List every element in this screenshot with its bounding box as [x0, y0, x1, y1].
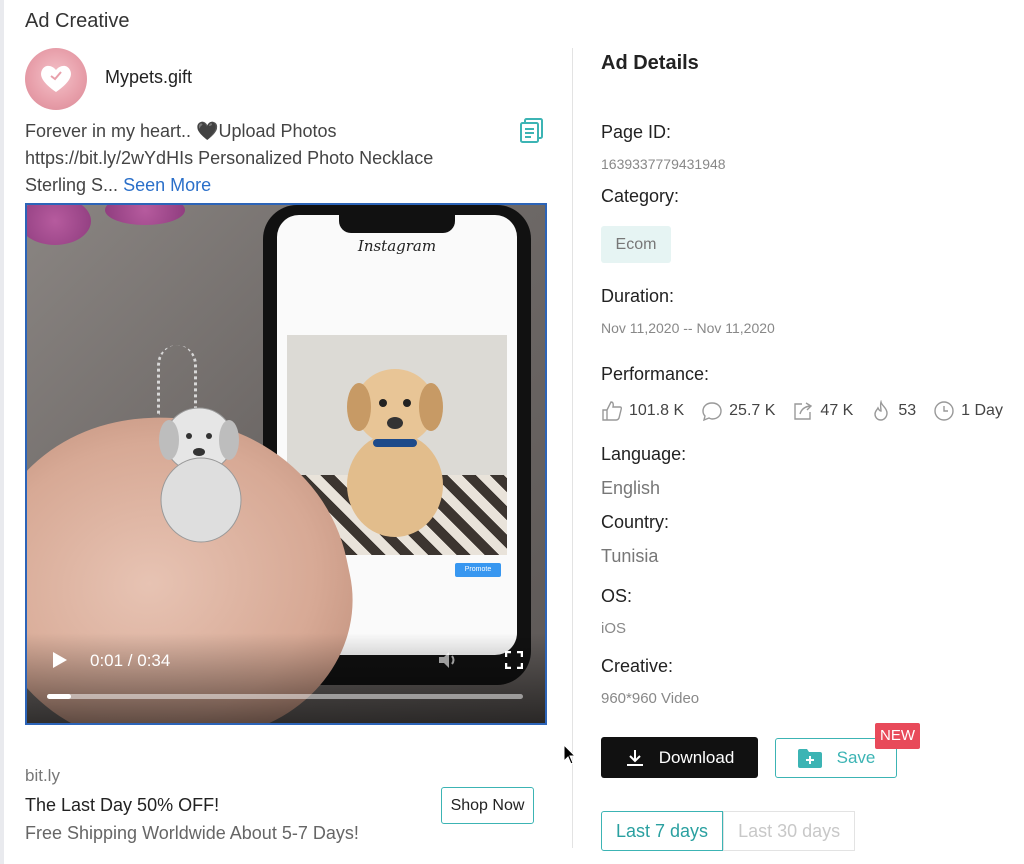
shop-now-button[interactable]: Shop Now	[441, 787, 534, 824]
comments-count: 25.7 K	[729, 402, 776, 419]
category-badge: Ecom	[601, 226, 671, 263]
download-button[interactable]: Download	[601, 737, 758, 778]
country-value: Tunisia	[601, 546, 659, 566]
fullscreen-icon[interactable]	[505, 651, 523, 669]
date-range-tabs: Last 7 days Last 30 days	[601, 811, 856, 851]
copy-icon[interactable]	[518, 116, 546, 144]
video-progress-bar[interactable]	[47, 694, 523, 699]
ad-text-line-3: Sterling S... Seen More	[25, 172, 505, 199]
performance-label: Performance:	[601, 364, 710, 384]
share-icon	[794, 402, 813, 420]
duration-label: Duration:	[601, 286, 675, 306]
ad-description: Free Shipping Worldwide About 5-7 Days!	[25, 823, 359, 843]
folder-add-icon	[797, 749, 822, 768]
new-badge: NEW	[875, 723, 920, 749]
download-icon	[626, 749, 643, 766]
play-icon[interactable]	[53, 652, 67, 668]
video-progress-fill	[47, 694, 71, 699]
tab-last-7-days[interactable]: Last 7 days	[601, 811, 724, 851]
video-controls-overlay	[27, 633, 545, 723]
volume-icon[interactable]	[437, 650, 459, 670]
ad-creative-title: Ad Creative	[25, 10, 130, 32]
ad-text-truncated: Sterling S...	[25, 175, 119, 195]
ad-details-title: Ad Details	[601, 52, 699, 74]
link-domain: bit.ly	[25, 766, 60, 785]
os-label: OS:	[601, 586, 633, 606]
promote-button: Promote	[455, 563, 501, 577]
video-time: 0:01 / 0:34	[90, 651, 171, 670]
clock-icon	[934, 401, 954, 421]
language-value: English	[601, 478, 661, 498]
pendant-icon	[159, 407, 242, 543]
ad-video-player[interactable]: Instagram Promote 0:01 / 0:34	[25, 203, 547, 725]
ad-text-line-2: https://bit.ly/2wYdHIs Personalized Phot…	[25, 148, 434, 168]
panel-divider	[572, 48, 573, 848]
heart-logo-icon	[41, 65, 71, 92]
comment-icon	[702, 402, 722, 422]
hot-stat: 53	[870, 400, 916, 422]
advertiser-name[interactable]: Mypets.gift	[105, 67, 192, 88]
os-value: iOS	[601, 620, 627, 637]
creative-value: 960*960 Video	[601, 690, 700, 707]
days-count: 1 Day	[961, 402, 1003, 419]
shares-stat: 47 K	[792, 400, 853, 422]
comments-stat: 25.7 K	[701, 400, 775, 422]
hot-count: 53	[898, 402, 917, 419]
likes-count: 101.8 K	[629, 402, 685, 419]
days-stat: 1 Day	[933, 400, 1003, 422]
seen-more-link[interactable]: Seen More	[123, 175, 211, 195]
language-label: Language:	[601, 444, 687, 464]
tab-last-30-days[interactable]: Last 30 days	[723, 811, 856, 851]
page-id-value: 1639337779431948	[601, 156, 726, 172]
page-id-label: Page ID:	[601, 122, 672, 142]
save-label: Save	[836, 748, 876, 767]
creative-label: Creative:	[601, 656, 674, 676]
category-label: Category:	[601, 186, 680, 206]
ad-text: Forever in my heart.. 🖤Upload Photos htt…	[25, 118, 505, 199]
duration-value: Nov 11,2020 -- Nov 11,2020	[601, 320, 775, 336]
likes-stat: 101.8 K	[601, 400, 684, 422]
phone-notch	[339, 215, 455, 233]
instagram-title: Instagram	[357, 237, 437, 255]
performance-stats: 101.8 K 25.7 K 47 K 53 1 Day	[601, 398, 1020, 424]
ad-text-line-1: Forever in my heart.. 🖤Upload Photos	[25, 121, 337, 141]
country-label: Country:	[601, 512, 670, 532]
ad-headline: The Last Day 50% OFF!	[25, 795, 220, 815]
shares-count: 47 K	[820, 402, 854, 419]
mouse-cursor-icon	[563, 744, 577, 765]
flame-icon	[874, 400, 889, 421]
thumbs-up-icon	[602, 401, 623, 421]
advertiser-avatar[interactable]	[25, 48, 87, 110]
left-edge-bar	[0, 0, 4, 864]
download-label: Download	[658, 747, 735, 767]
